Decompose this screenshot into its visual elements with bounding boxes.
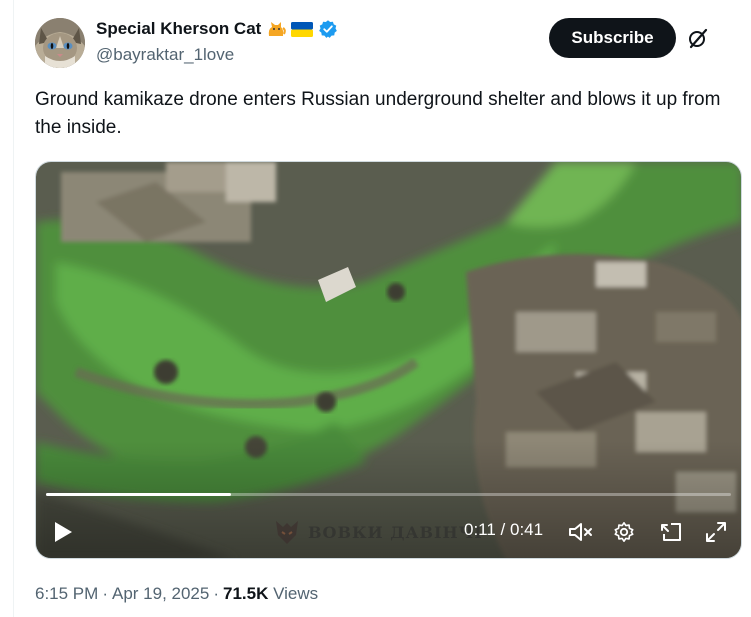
subscribe-button[interactable]: Subscribe xyxy=(549,18,676,58)
post-date[interactable]: Apr 19, 2025 xyxy=(112,584,209,603)
author-display-name[interactable]: Special Kherson Cat xyxy=(96,19,261,39)
video-frame xyxy=(36,162,741,558)
video-time: 0:11 / 0:41 xyxy=(464,520,543,540)
play-icon xyxy=(55,522,72,542)
mute-icon xyxy=(569,523,592,541)
video-watermark: ВОВКИ ДАВІНЧІ xyxy=(272,517,483,547)
pip-icon xyxy=(661,523,681,541)
author-name-row[interactable]: Special Kherson Cat xyxy=(96,19,338,39)
pip-button[interactable] xyxy=(658,518,684,546)
play-button[interactable] xyxy=(52,518,74,546)
settings-button[interactable] xyxy=(612,518,636,546)
video-progress-bar[interactable] xyxy=(46,493,731,496)
meta-separator: · xyxy=(213,584,220,603)
timeline-divider xyxy=(13,0,14,617)
fullscreen-icon xyxy=(706,522,726,542)
post-meta: 6:15 PM · Apr 19, 2025 · 71.5K Views xyxy=(35,584,318,604)
current-time: 0:11 xyxy=(464,520,496,539)
fullscreen-button[interactable] xyxy=(703,518,729,546)
ukraine-flag-icon xyxy=(291,21,314,37)
meta-separator: · xyxy=(102,584,108,603)
settings-icon xyxy=(614,522,634,542)
mute-button[interactable] xyxy=(567,518,595,546)
grok-icon[interactable] xyxy=(686,26,710,50)
post-time[interactable]: 6:15 PM xyxy=(35,584,98,603)
video-player[interactable]: ВОВКИ ДАВІНЧІ 0:11 / 0:41 xyxy=(35,161,742,559)
verified-badge-icon[interactable] xyxy=(318,19,338,39)
watermark-text: ВОВКИ ДАВІНЧІ xyxy=(308,522,483,542)
post-text: Ground kamikaze drone enters Russian und… xyxy=(35,89,721,138)
video-progress-fill xyxy=(46,493,231,496)
cat-avatar-icon xyxy=(35,18,85,68)
avatar[interactable] xyxy=(35,18,85,68)
time-separator: / xyxy=(495,520,510,539)
duration: 0:41 xyxy=(510,520,544,539)
views-count: 71.5K xyxy=(223,584,269,603)
author-handle[interactable]: @bayraktar_1love xyxy=(96,45,234,65)
wolf-emblem-icon xyxy=(276,521,298,544)
views-label: Views xyxy=(273,584,319,603)
cat-icon xyxy=(266,20,287,38)
